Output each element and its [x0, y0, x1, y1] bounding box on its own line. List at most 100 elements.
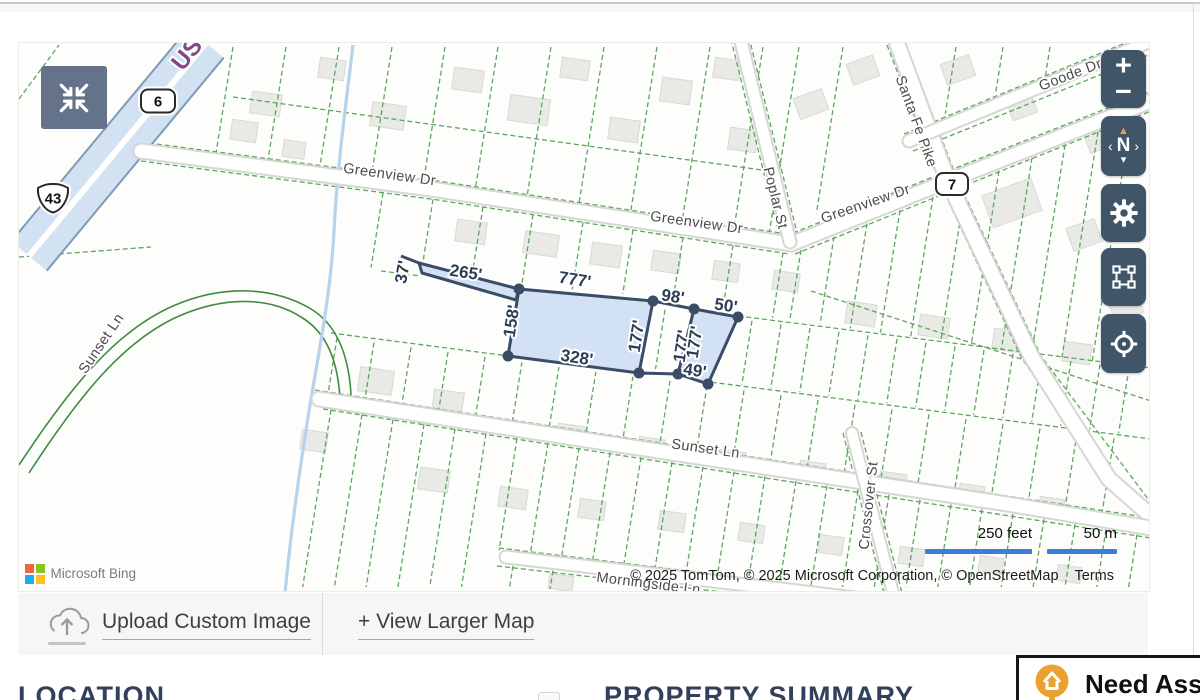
lot-line	[398, 424, 424, 587]
lot-line	[461, 434, 486, 587]
scale-feet-label: 250 feet	[925, 525, 1032, 542]
map-canvas[interactable]: 6437 Greenview DrGreenview DrGreenview D…	[19, 43, 1150, 592]
logo-square	[25, 575, 34, 584]
highway-shield: 7	[936, 173, 968, 195]
compass-control[interactable]: ▲ ‹ N › ▾	[1101, 116, 1146, 176]
lot-line	[660, 381, 670, 445]
building-footprint	[357, 367, 394, 395]
upload-cloud-icon	[44, 605, 92, 641]
parcel-vertex[interactable]	[634, 368, 645, 379]
bing-logo: Microsoft Bing	[25, 564, 136, 584]
key-icon	[1033, 661, 1071, 700]
building-footprint	[1066, 219, 1102, 252]
building-footprint	[608, 117, 641, 143]
street-label: Sunset Ln	[76, 311, 128, 377]
lot-line	[655, 310, 665, 373]
dimension-label: 37'	[391, 259, 414, 285]
parcel-vertex[interactable]	[503, 351, 514, 362]
need-assistance-popup[interactable]: Need Assis	[1016, 655, 1200, 700]
lot-line	[402, 347, 411, 405]
parcel-vertex[interactable]	[689, 304, 700, 315]
lot-line	[371, 193, 383, 268]
dimension-label: 98'	[660, 285, 686, 307]
view-larger-map-link[interactable]: + View Larger Map	[358, 610, 534, 640]
lot-line	[334, 415, 362, 587]
dimension-label: 50'	[713, 294, 739, 316]
building-footprint	[560, 57, 591, 81]
page-top-strip	[0, 4, 1200, 12]
zoom-out-button[interactable]: −	[1115, 79, 1132, 105]
lot-line	[807, 400, 818, 467]
building-footprint	[590, 242, 623, 268]
building-footprint	[846, 55, 880, 85]
marquee-select-icon	[1109, 262, 1139, 292]
lot-line	[512, 362, 522, 422]
parcel-vertex[interactable]	[514, 284, 525, 295]
zoom-control[interactable]: + −	[1101, 50, 1146, 108]
settings-button[interactable]	[1101, 184, 1146, 242]
parcel-vertex[interactable]	[648, 296, 659, 307]
building-footprint	[507, 94, 550, 125]
lot-line	[622, 230, 633, 299]
pan-down-icon[interactable]: ▾	[1121, 155, 1127, 166]
lot-line	[918, 414, 929, 484]
lot-line	[366, 419, 393, 587]
lot-line	[880, 210, 900, 332]
building-footprint	[523, 231, 560, 258]
lot-line	[881, 410, 892, 479]
building-footprint	[818, 534, 844, 555]
gear-icon	[1109, 198, 1139, 228]
parcel-boundary-line	[233, 97, 769, 171]
lot-line	[430, 429, 455, 587]
lot-line	[717, 472, 734, 576]
terms-link[interactable]: Terms	[1075, 568, 1114, 584]
lot-line	[945, 346, 955, 410]
lot-line	[771, 324, 781, 388]
lot-line	[1119, 368, 1129, 433]
lot-line	[1032, 145, 1065, 353]
scale-feet-bar	[925, 549, 1032, 554]
map-attribution: © 2025 TomTom, © 2025 Microsoft Corporat…	[630, 568, 1058, 584]
shield-number: 43	[45, 191, 62, 208]
north-indicator[interactable]: N	[1117, 137, 1131, 155]
building-footprint	[738, 522, 765, 543]
upload-custom-image-link[interactable]: Upload Custom Image	[102, 610, 311, 640]
lot-line	[1090, 365, 1100, 430]
pan-left-icon[interactable]: ‹	[1108, 137, 1113, 155]
lot-line	[816, 47, 843, 213]
highway-shield: 6	[141, 90, 175, 113]
lot-line	[686, 467, 703, 572]
lot-line	[623, 376, 633, 439]
pan-right-icon[interactable]: ›	[1134, 137, 1139, 155]
building-footprint	[713, 57, 742, 80]
lot-line	[475, 357, 485, 417]
area-select-button[interactable]	[1101, 248, 1146, 306]
lot-line	[424, 47, 445, 181]
logo-square	[36, 564, 45, 573]
building-footprint	[1062, 341, 1093, 365]
dimension-label: 49'	[682, 359, 708, 381]
microsoft-logo-icon	[25, 564, 45, 584]
building-footprint	[845, 301, 878, 327]
shield-number: 7	[948, 177, 956, 194]
highway-shield: 43	[38, 184, 68, 213]
lot-line	[475, 47, 498, 189]
lot-line	[624, 457, 641, 564]
parcel-map[interactable]: 6437 Greenview DrGreenview DrGreenview D…	[18, 42, 1150, 592]
lot-line	[682, 47, 710, 222]
building-footprint	[230, 119, 259, 142]
collapse-map-button[interactable]	[41, 66, 107, 129]
lot-line	[829, 332, 839, 396]
building-footprint	[369, 102, 406, 130]
building-footprint	[772, 270, 800, 292]
crosshair-target-icon	[1109, 329, 1139, 359]
lot-line	[509, 566, 513, 589]
lot-line	[992, 424, 1003, 495]
building-footprint	[452, 67, 485, 93]
lot-line	[820, 237, 834, 324]
lot-line	[742, 321, 752, 385]
toolbar-divider	[322, 593, 323, 655]
dimension-label: 777'	[557, 268, 592, 292]
logo-square	[36, 575, 45, 584]
locate-button[interactable]	[1101, 314, 1146, 373]
